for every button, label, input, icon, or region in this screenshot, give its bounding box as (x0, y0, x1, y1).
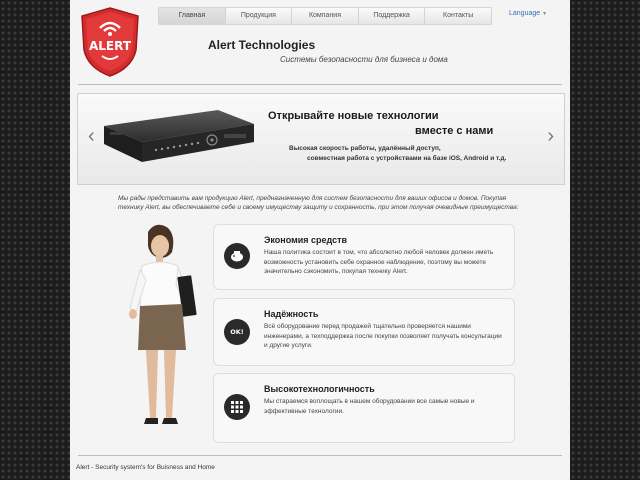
feature-text: Всё оборудование перед продажей тщательн… (264, 323, 502, 350)
alert-logo[interactable]: ALERT (78, 6, 142, 78)
feature-card-savings: Экономия средств Наша политика состоит в… (213, 224, 515, 290)
feature-title: Надёжность (264, 309, 319, 319)
feature-card-reliability: OK! Надёжность Всё оборудование перед пр… (213, 298, 515, 366)
feature-card-high-tech: Высокотехнологичность Мы стараемся вопло… (213, 373, 515, 443)
businesswoman-image (129, 224, 197, 424)
feature-text: Наша политика состоит в том, что абсолют… (264, 249, 494, 276)
feature-title: Экономия средств (264, 235, 348, 245)
nav-item-support[interactable]: Поддержка (359, 8, 426, 24)
svg-text:ALERT: ALERT (89, 39, 132, 53)
nav-item-contacts[interactable]: Контакты (425, 8, 491, 24)
brand-title: Alert Technologies (208, 38, 316, 52)
promo-slider: ‹ Открывайте новые технологии вместе с н… (77, 93, 565, 185)
piggy-bank-icon (224, 243, 250, 269)
slider-heading-line2: вместе с нами (415, 125, 494, 137)
slider-text-line2: совместная работа с устройствами на базе… (307, 155, 507, 162)
nav-item-company[interactable]: Компания (292, 8, 359, 24)
slider-heading-line1: Открывайте новые технологии (268, 110, 439, 122)
header-divider (78, 84, 562, 85)
language-label: Language (509, 10, 541, 17)
nav-item-products[interactable]: Продукция (226, 8, 293, 24)
dvr-device-image (104, 110, 254, 162)
brand-subtitle: Системы безопасности для бизнеса и дома (280, 55, 448, 64)
main-nav: Главная Продукция Компания Поддержка Кон… (158, 7, 492, 25)
feature-text: Мы стараемся воплощать в нашем оборудова… (264, 398, 475, 415)
slider-prev-icon[interactable]: ‹ (88, 126, 95, 146)
feature-title: Высокотехнологичность (264, 384, 375, 394)
slider-text-line1: Высокая скорость работы, удалённый досту… (289, 145, 441, 152)
ok-speech-icon: OK! (224, 319, 250, 345)
nav-item-home[interactable]: Главная (159, 8, 226, 24)
footer-divider (78, 455, 562, 456)
intro-paragraph: Мы рады представить вам продукцию Alert,… (118, 195, 519, 211)
footer-text: Alert - Security system's for Buisness a… (76, 464, 215, 471)
chevron-down-icon: ▼ (542, 11, 548, 17)
page: ALERT Главная Продукция Компания Поддерж… (70, 0, 570, 480)
tech-grid-icon (224, 394, 250, 420)
slider-next-icon[interactable]: › (547, 126, 554, 146)
language-selector[interactable]: Language ▼ (509, 10, 547, 17)
